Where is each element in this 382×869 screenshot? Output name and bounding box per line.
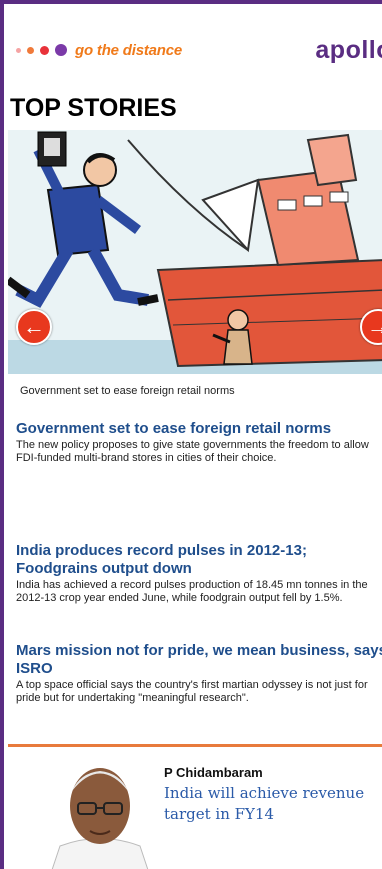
ad-dots bbox=[16, 44, 67, 56]
story-summary: The new policy proposes to give state go… bbox=[16, 439, 369, 464]
ad-dot bbox=[40, 45, 49, 55]
person-photo bbox=[50, 751, 150, 869]
list-item: India produces record pulses in 2012-13;… bbox=[16, 542, 382, 605]
section-title: TOP STORIES bbox=[10, 94, 177, 122]
arrow-left-icon: ← bbox=[23, 314, 45, 339]
hero-illustration bbox=[8, 130, 382, 374]
ad-tagline: go the distance bbox=[75, 41, 183, 59]
story-headline[interactable]: Government set to ease foreign retail no… bbox=[16, 420, 382, 438]
arrow-right-icon: → bbox=[367, 314, 382, 340]
ad-dot bbox=[16, 47, 21, 53]
slider-prev-button[interactable]: ← bbox=[16, 309, 52, 345]
quote-person-name: P Chidambaram bbox=[164, 765, 263, 780]
story-summary: A top space official says the country's … bbox=[16, 679, 368, 704]
list-item: Mars mission not for pride, we mean busi… bbox=[16, 642, 382, 705]
story-summary: India has achieved a record pulses produ… bbox=[16, 579, 368, 604]
list-item: Government set to ease foreign retail no… bbox=[16, 420, 382, 465]
ad-brand-logo: apollo bbox=[315, 36, 382, 64]
quote-card[interactable]: P Chidambaram India will achieve revenue… bbox=[8, 744, 382, 869]
story-headline[interactable]: Mars mission not for pride, we mean busi… bbox=[16, 642, 382, 678]
ad-banner[interactable]: go the distance apollo bbox=[8, 30, 382, 70]
ad-dot bbox=[55, 44, 67, 56]
hero-slider[interactable]: ← → bbox=[8, 130, 382, 374]
story-headline[interactable]: India produces record pulses in 2012-13;… bbox=[16, 542, 382, 578]
quote-text[interactable]: India will achieve revenue target in FY1… bbox=[164, 783, 374, 825]
page-frame: go the distance apollo TOP STORIES bbox=[0, 0, 382, 869]
slider-caption: Government set to ease foreign retail no… bbox=[20, 385, 235, 397]
ad-dot bbox=[27, 46, 34, 54]
